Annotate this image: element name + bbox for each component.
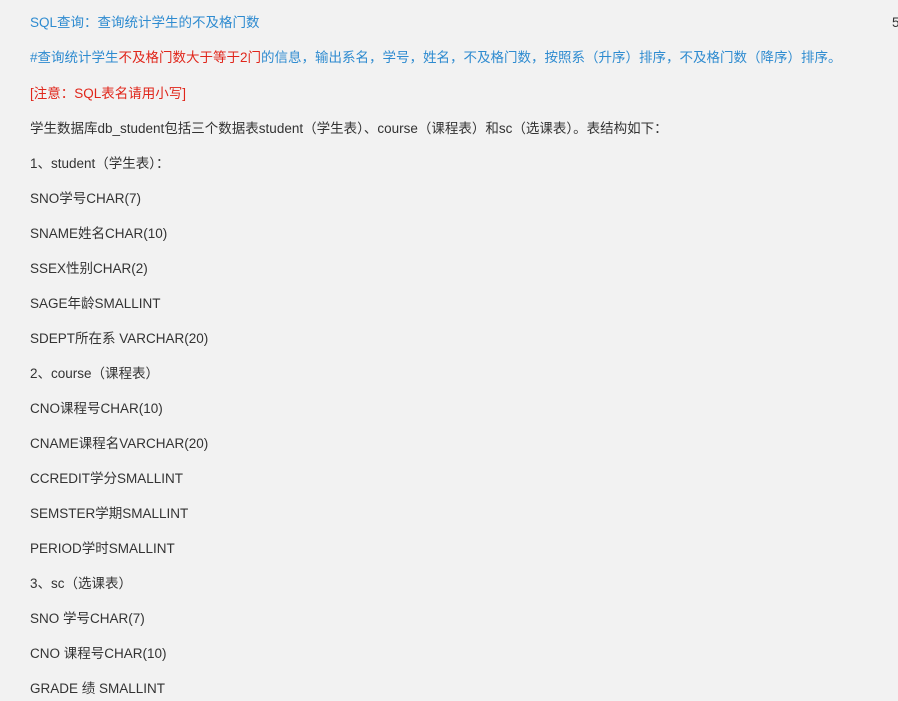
field-line: SNO 学号CHAR(7) xyxy=(30,611,145,626)
field-line: GRADE 绩 SMALLINT xyxy=(30,681,166,696)
problem-score: 5 xyxy=(892,15,898,30)
problem-title: SQL查询：查询统计学生的不及格门数 xyxy=(30,15,260,30)
section-sc-heading: 3、sc（选课表） xyxy=(30,576,133,591)
field-line: CNAME课程名VARCHAR(20) xyxy=(30,436,209,451)
requirement-part1: #查询统计学生 xyxy=(30,50,119,65)
field-line: CCREDIT学分SMALLINT xyxy=(30,471,184,486)
field-line: SEMSTER学期SMALLINT xyxy=(30,506,189,521)
requirement-part2: 不及格门数大于等于2门 xyxy=(118,50,262,65)
field-line: SSEX性别CHAR(2) xyxy=(30,261,148,276)
field-line: SNO学号CHAR(7) xyxy=(30,191,142,206)
section-student-heading: 1、student（学生表）： xyxy=(30,156,170,171)
section-course-heading: 2、course（课程表） xyxy=(30,366,160,381)
field-line: CNO课程号CHAR(10) xyxy=(30,401,163,416)
field-line: SDEPT所在系 VARCHAR(20) xyxy=(30,331,209,346)
database-intro: 学生数据库db_student包括三个数据表student（学生表）、cours… xyxy=(30,121,668,136)
problem-panel: SQL查询：查询统计学生的不及格门数 5 #查询统计学生不及格门数大于等于2门的… xyxy=(0,0,898,701)
problem-requirement: #查询统计学生不及格门数大于等于2门的信息，输出系名，学号，姓名，不及格门数，按… xyxy=(30,49,842,67)
field-line: PERIOD学时SMALLINT xyxy=(30,541,175,556)
field-line: SNAME姓名CHAR(10) xyxy=(30,226,168,241)
table-name-note: [注意：SQL表名请用小写] xyxy=(30,86,187,101)
requirement-part3: 的信息，输出系名，学号，姓名，不及格门数，按照系（升序）排序，不及格门数（降序）… xyxy=(261,50,842,65)
field-line: SAGE年龄SMALLINT xyxy=(30,296,161,311)
field-line: CNO 课程号CHAR(10) xyxy=(30,646,167,661)
